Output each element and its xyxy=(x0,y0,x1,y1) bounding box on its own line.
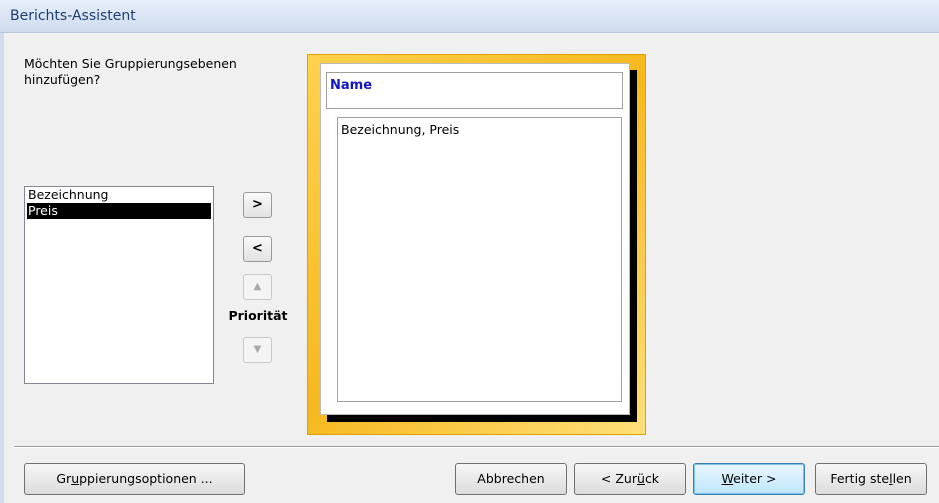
grouping-options-mnemonic: u xyxy=(71,471,80,486)
detail-fields-text: Bezeichnung, Preis xyxy=(341,122,460,137)
priority-down-button[interactable]: ▼ xyxy=(243,337,272,363)
window-title: Berichts-Assistent xyxy=(10,8,136,24)
question-text: Möchten Sie Gruppierungsebenen hinzufüge… xyxy=(24,56,237,87)
list-item-preis[interactable]: Preis xyxy=(27,203,211,219)
next-mnemonic: W xyxy=(721,471,734,486)
priority-up-button[interactable]: ▲ xyxy=(243,274,272,300)
arrow-up-icon: ▲ xyxy=(253,281,262,292)
grouping-options-label-start: Gr xyxy=(56,471,72,486)
finish-button[interactable]: Fertig stellen xyxy=(815,463,927,495)
fields-listbox[interactable]: Bezeichnung Preis xyxy=(24,186,214,384)
list-item-bezeichnung[interactable]: Bezeichnung xyxy=(25,187,213,203)
finish-label-start: Fertig ste xyxy=(830,471,890,486)
group-header-label: Name xyxy=(330,78,373,93)
preview-group-header: Name xyxy=(326,72,623,109)
back-label-start: < Zur xyxy=(600,471,637,486)
grouping-options-label-end: ppierungsoptionen ... xyxy=(79,471,213,486)
footer-separator xyxy=(14,446,939,448)
remove-group-button[interactable]: < xyxy=(243,236,272,262)
next-label-end: eiter > xyxy=(733,471,777,486)
priority-label: Priorität xyxy=(228,308,288,323)
window-border xyxy=(0,33,4,503)
next-button[interactable]: Weiter > xyxy=(693,463,805,495)
back-button[interactable]: < Zurück xyxy=(574,463,686,495)
grouping-options-button[interactable]: Gruppierungsoptionen ... xyxy=(24,463,245,495)
preview-detail-area: Bezeichnung, Preis xyxy=(337,117,622,402)
add-group-button[interactable]: > xyxy=(243,192,272,218)
cancel-button[interactable]: Abbrechen xyxy=(455,463,567,495)
back-label-end: ck xyxy=(644,471,660,486)
finish-label-end: len xyxy=(892,471,912,486)
title-bar: Berichts-Assistent xyxy=(0,0,939,33)
back-mnemonic: ü xyxy=(637,471,645,486)
arrow-down-icon: ▼ xyxy=(253,344,262,355)
